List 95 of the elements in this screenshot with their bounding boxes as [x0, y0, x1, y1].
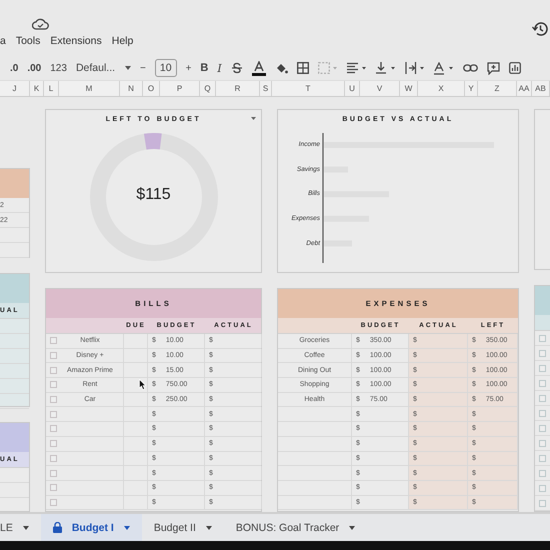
increase-decimal-button[interactable]: .00 [27, 62, 42, 74]
tab-label: LE [0, 522, 13, 534]
tab-label: Budget I [72, 522, 114, 534]
insert-chart-icon[interactable] [508, 62, 521, 74]
column-header[interactable]: T [272, 81, 345, 96]
column-header[interactable]: N [120, 81, 143, 96]
caret-icon[interactable] [124, 526, 130, 530]
caret-icon[interactable] [206, 526, 212, 530]
toolbar-button[interactable]: 123 [50, 62, 67, 74]
column-header[interactable]: P [160, 81, 200, 96]
checkbox[interactable] [539, 350, 546, 356]
checkbox[interactable] [50, 337, 57, 344]
sheet-tab[interactable]: Budget I [40, 514, 142, 541]
checkbox[interactable] [539, 424, 546, 432]
column-header[interactable]: M [59, 81, 120, 96]
decrease-decimal-button[interactable]: .0 [10, 62, 18, 74]
text-color-icon[interactable] [252, 60, 266, 76]
checkbox[interactable] [50, 498, 57, 506]
column-header[interactable]: X [418, 81, 465, 96]
merge-cells-icon[interactable] [318, 62, 338, 74]
column-header[interactable]: Q [200, 81, 216, 96]
column-header[interactable]: AB [532, 81, 550, 96]
checkbox[interactable] [50, 440, 57, 448]
checkbox[interactable] [539, 500, 546, 506]
column-header[interactable]: S [260, 81, 272, 96]
checkbox[interactable] [539, 334, 546, 342]
sheet-tab[interactable]: Budget II [142, 514, 224, 541]
history-icon [532, 21, 548, 37]
column-header[interactable]: L [44, 81, 59, 96]
column-header[interactable]: AA [517, 81, 532, 96]
bar [324, 216, 369, 222]
vertical-align-icon[interactable] [376, 62, 396, 74]
checkbox[interactable] [539, 470, 546, 476]
checkbox[interactable] [539, 394, 546, 402]
panel-header [0, 169, 29, 198]
bar [324, 191, 389, 198]
checkbox[interactable] [539, 410, 546, 416]
caret-icon [125, 66, 132, 70]
menu-item[interactable]: Extensions [50, 35, 102, 47]
sheet-tab[interactable]: LE [0, 514, 41, 541]
column-header[interactable]: W [400, 81, 418, 96]
strikethrough-icon[interactable] [230, 62, 243, 74]
column-header[interactable]: Y [465, 81, 478, 96]
align-left-icon[interactable] [346, 62, 367, 74]
checkbox[interactable] [50, 396, 57, 404]
mouse-cursor-icon [139, 379, 146, 390]
checkbox[interactable] [50, 484, 57, 492]
checkbox[interactable] [539, 440, 546, 446]
column-header[interactable]: J [0, 81, 30, 96]
menu-item[interactable]: a [0, 35, 6, 47]
column-header[interactable]: U [345, 81, 360, 96]
cloud-icon [32, 17, 49, 30]
menu-item[interactable]: Help [112, 35, 134, 47]
bar [324, 166, 348, 173]
checkbox[interactable] [50, 352, 57, 360]
panel-header [535, 286, 550, 315]
panel-header [0, 423, 29, 452]
link-icon[interactable] [462, 63, 478, 73]
checkbox[interactable] [539, 380, 546, 386]
column-header[interactable]: K [30, 81, 44, 96]
sheet-tab[interactable]: BONUS: Goal Tracker [224, 514, 368, 541]
column-header[interactable]: O [143, 81, 160, 96]
panel-header [0, 274, 29, 303]
caret-icon[interactable] [349, 526, 356, 530]
checkbox[interactable] [50, 381, 57, 388]
bar [324, 240, 352, 246]
borders-icon[interactable] [296, 62, 309, 74]
column-header[interactable]: Z [478, 81, 517, 96]
remaining-amount: $115 [135, 186, 172, 204]
lock-icon [52, 522, 62, 533]
bold-button[interactable]: B [200, 62, 208, 74]
text-rotation-icon[interactable] [434, 62, 454, 74]
dropdown-caret-icon[interactable] [251, 117, 256, 120]
checkbox[interactable] [539, 364, 546, 372]
paint-bucket-icon[interactable] [274, 62, 288, 74]
column-header[interactable]: V [360, 81, 400, 96]
checkbox[interactable] [539, 484, 546, 492]
caret-icon[interactable] [22, 526, 29, 530]
checkbox[interactable] [50, 470, 57, 477]
column-header[interactable]: R [216, 81, 260, 96]
font-size-field[interactable]: 10 [154, 59, 177, 77]
add-comment-icon[interactable] [486, 62, 500, 74]
checkbox[interactable] [50, 410, 57, 418]
checkbox[interactable] [50, 454, 57, 462]
tab-label: BONUS: Goal Tracker [236, 522, 340, 534]
font-dropdown[interactable]: Defaul... [76, 62, 132, 74]
italic-button[interactable]: I [217, 62, 222, 74]
toolbar-button[interactable]: − [140, 62, 146, 74]
toolbar-button[interactable]: + [186, 62, 192, 74]
tab-label: Budget II [154, 522, 196, 534]
text-wrap-icon[interactable] [404, 62, 425, 74]
menu-item[interactable]: Tools [16, 35, 40, 47]
checkbox[interactable] [50, 366, 57, 374]
checkbox[interactable] [539, 454, 546, 462]
checkbox[interactable] [50, 425, 57, 432]
